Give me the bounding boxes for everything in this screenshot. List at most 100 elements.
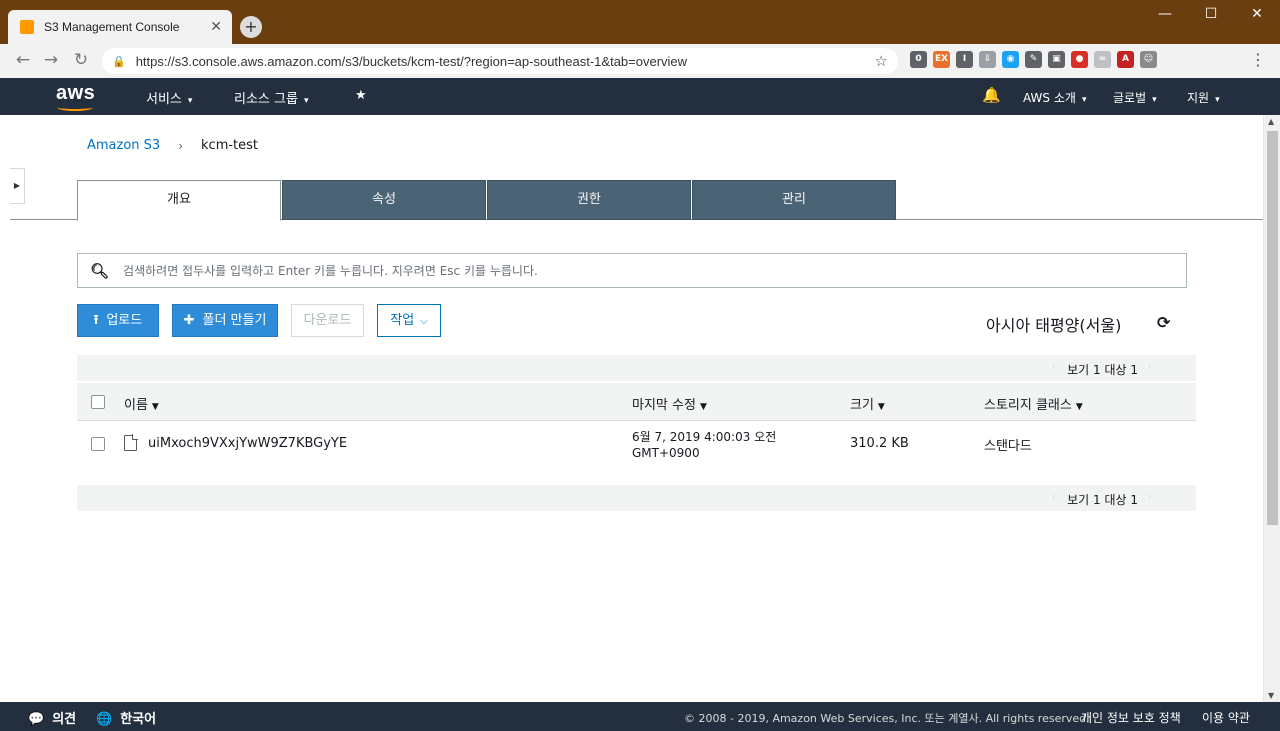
scroll-up-icon[interactable]: ▲ xyxy=(1268,117,1274,126)
account-menu[interactable]: AWS 소개 ▾ xyxy=(1023,89,1086,106)
column-last-modified-header[interactable]: 마지막 수정 ▼ xyxy=(632,394,707,413)
scroll-down-icon[interactable]: ▼ xyxy=(1268,691,1274,700)
extension-avatar-icon[interactable]: ☺ xyxy=(1140,51,1157,68)
prefix-search-box: 🔍︎ xyxy=(77,253,1187,288)
region-menu-label: 글로벌 xyxy=(1113,91,1147,105)
terms-of-use-link[interactable]: 이용 약관 xyxy=(1202,709,1250,726)
address-bar[interactable]: 🔒 https://s3.console.aws.amazon.com/s3/b… xyxy=(102,48,898,74)
browser-titlebar: S3 Management Console ✕ + — ☐ ✕ xyxy=(0,0,1280,44)
notification-bell-icon[interactable]: 🔔 xyxy=(982,86,1001,104)
pagination-label: 보기 1 대상 1 xyxy=(1067,493,1138,507)
row-checkbox[interactable] xyxy=(91,437,105,451)
services-menu[interactable]: 서비스 ▾ xyxy=(146,88,192,107)
sort-down-icon: ▼ xyxy=(1075,402,1083,412)
support-label: 지원 xyxy=(1187,91,1210,105)
column-size-label: 크기 xyxy=(850,398,874,413)
pagination-top: ‹ 보기 1 대상 1 › xyxy=(77,355,1196,381)
table-header: 이름 ▼ 마지막 수정 ▼ 크기 ▼ 스토리지 클래스 ▼ xyxy=(77,383,1196,421)
object-size: 310.2 KB xyxy=(850,436,909,451)
table-row[interactable]: uiMxoch9VXxjYwW9Z7KBGyYE 6월 7, 2019 4:00… xyxy=(77,422,1196,466)
resource-groups-menu[interactable]: 리소스 그룹 ▾ xyxy=(234,88,308,107)
region-menu[interactable]: 글로벌 ▾ xyxy=(1113,89,1157,106)
prev-page-icon[interactable]: ‹ xyxy=(1052,490,1056,503)
upload-icon: ⭱ xyxy=(93,313,99,328)
chevron-down-icon: ▾ xyxy=(1081,95,1087,105)
tab-properties[interactable]: 속성 xyxy=(282,180,486,220)
aws-top-navigation: aws 서비스 ▾ 리소스 그룹 ▾ ★ 🔔 AWS 소개 ▾ 글로벌 ▾ 지원 ▾ xyxy=(0,78,1280,115)
actions-dropdown-label: 작업 xyxy=(390,313,415,328)
pagination-bottom: ‹ 보기 1 대상 1 › xyxy=(77,485,1196,511)
browser-menu-icon[interactable]: ⋮ xyxy=(1250,52,1266,68)
feedback-link[interactable]: 💬 의견 xyxy=(28,708,76,727)
prefix-search-input[interactable] xyxy=(123,263,1174,278)
plus-icon: ✚ xyxy=(183,313,195,328)
next-page-icon[interactable]: › xyxy=(1148,360,1152,373)
pagination-label: 보기 1 대상 1 xyxy=(1067,363,1138,377)
resource-groups-label: 리소스 그룹 xyxy=(234,92,298,107)
language-selector[interactable]: 🌐 한국어 xyxy=(96,708,156,727)
forward-arrow-icon[interactable]: → xyxy=(40,50,62,72)
maximize-button[interactable]: ☐ xyxy=(1188,0,1234,30)
console-footer: 💬 의견 🌐 한국어 © 2008 - 2019, Amazon Web Servi… xyxy=(0,702,1280,731)
aws-logo[interactable]: aws xyxy=(56,82,96,111)
extension-download-icon[interactable]: ⇩ xyxy=(979,51,996,68)
file-icon xyxy=(124,434,138,451)
chevron-down-icon: ▾ xyxy=(1215,95,1220,105)
object-name-link[interactable]: uiMxoch9VXxjYwW9Z7KBGyYE xyxy=(148,436,347,451)
column-last-modified-label: 마지막 수정 xyxy=(632,398,696,413)
column-size-header[interactable]: 크기 ▼ xyxy=(850,394,885,413)
pin-icon[interactable]: ★ xyxy=(355,88,367,103)
speech-bubble-icon: 💬 xyxy=(28,712,45,727)
bucket-tabs: 개요 속성 권한 관리 xyxy=(77,180,897,221)
extension-card-icon[interactable]: ▣ xyxy=(1048,51,1065,68)
extension-stop-icon[interactable]: ● xyxy=(1071,51,1088,68)
breadcrumb-current: kcm-test xyxy=(201,138,259,153)
next-page-icon[interactable]: › xyxy=(1148,490,1152,503)
extension-link-icon[interactable]: ∞ xyxy=(1094,51,1111,68)
address-url[interactable]: https://s3.console.aws.amazon.com/s3/buc… xyxy=(136,54,875,69)
breadcrumb-amazon-s3-link[interactable]: Amazon S3 xyxy=(87,138,160,153)
tab-permissions[interactable]: 권한 xyxy=(487,180,691,220)
column-name-header[interactable]: 이름 ▼ xyxy=(124,394,159,413)
select-all-checkbox[interactable] xyxy=(91,395,105,409)
extension-eye-icon[interactable]: ◉ xyxy=(1002,51,1019,68)
refresh-icon[interactable]: ⟳ xyxy=(1157,313,1170,332)
extension-pen-icon[interactable]: ✎ xyxy=(1025,51,1042,68)
extension-i-icon[interactable]: I xyxy=(956,51,973,68)
column-storage-class-header[interactable]: 스토리지 클래스 ▼ xyxy=(984,394,1083,413)
tab-overview[interactable]: 개요 xyxy=(77,180,281,221)
sort-down-icon: ▼ xyxy=(877,402,885,412)
browser-tab-title: S3 Management Console xyxy=(44,20,180,34)
breadcrumb-separator-icon: › xyxy=(178,138,184,153)
side-panel-toggle[interactable]: ▶ xyxy=(10,168,25,204)
actions-dropdown[interactable]: 작업 ⌵ xyxy=(377,304,441,337)
extension-0-icon[interactable]: 0 xyxy=(910,51,927,68)
new-tab-button[interactable]: + xyxy=(240,16,262,38)
prev-page-icon[interactable]: ‹ xyxy=(1052,360,1056,373)
browser-tab[interactable]: S3 Management Console ✕ xyxy=(8,10,232,44)
minimize-button[interactable]: — xyxy=(1142,0,1188,30)
create-folder-button-label: 폴더 만들기 xyxy=(202,313,267,328)
download-button[interactable]: 다운로드 xyxy=(291,304,364,337)
back-arrow-icon[interactable]: ← xyxy=(12,50,34,72)
close-tab-icon[interactable]: ✕ xyxy=(210,19,222,35)
reload-icon[interactable]: ↻ xyxy=(70,50,92,72)
upload-button[interactable]: ⭱ 업로드 xyxy=(77,304,159,337)
s3-favicon-icon xyxy=(20,20,34,34)
page-scrollbar[interactable]: ▲ ▼ xyxy=(1263,115,1280,702)
last-modified-timezone: GMT+0900 xyxy=(632,446,700,460)
scrollbar-thumb[interactable] xyxy=(1267,131,1278,525)
extension-pdf-icon[interactable]: A xyxy=(1117,51,1134,68)
breadcrumb: Amazon S3 › kcm-test xyxy=(87,138,258,153)
tab-management[interactable]: 관리 xyxy=(692,180,896,220)
bookmark-star-icon[interactable]: ☆ xyxy=(875,52,888,70)
support-menu[interactable]: 지원 ▾ xyxy=(1187,89,1220,106)
extension-ex-icon[interactable]: EX xyxy=(933,51,950,68)
create-folder-button[interactable]: ✚ 폴더 만들기 xyxy=(172,304,278,337)
aws-logo-text: aws xyxy=(56,82,96,104)
bucket-region-label: 아시아 태평양(서울) xyxy=(986,316,1122,335)
storage-class: 스탠다드 xyxy=(984,439,1032,454)
privacy-policy-link[interactable]: 개인 정보 보호 정책 xyxy=(1081,709,1181,726)
last-modified-date: 6월 7, 2019 4:00:03 오전 xyxy=(632,430,777,444)
close-window-button[interactable]: ✕ xyxy=(1234,0,1280,30)
